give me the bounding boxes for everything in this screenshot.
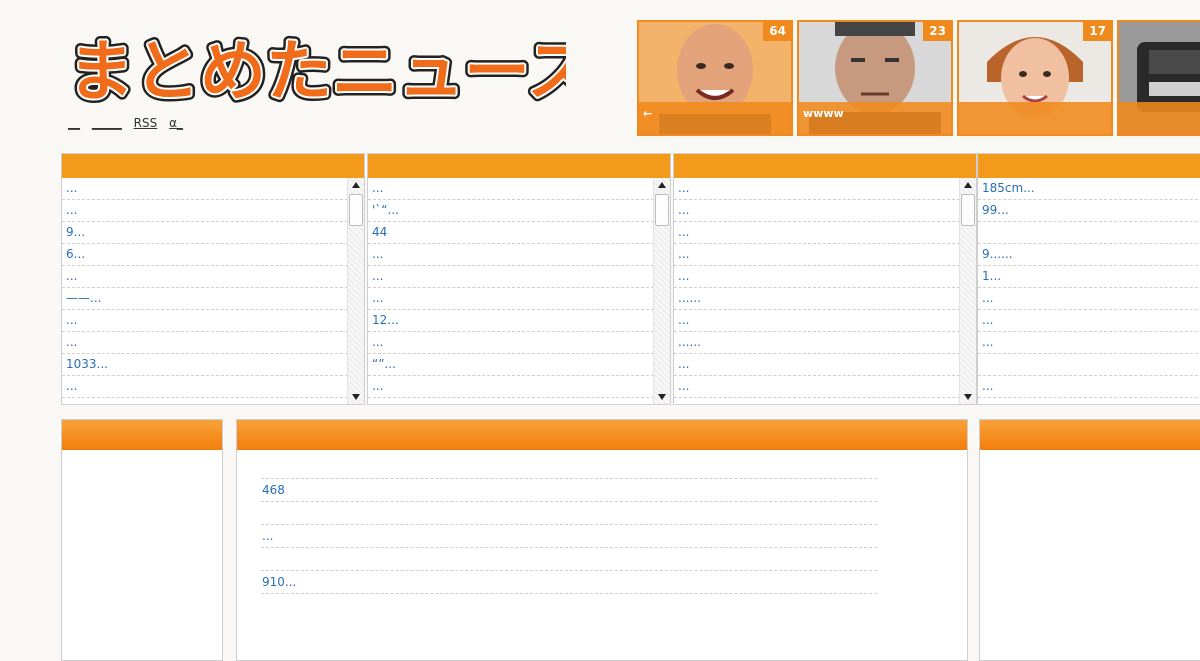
list-item[interactable]: ... (674, 244, 960, 266)
logo-fill: まとめたニュース (68, 33, 566, 106)
list-item[interactable]: ... (62, 310, 348, 332)
nav-link-1[interactable]: __ (68, 116, 80, 130)
list-item[interactable]: 44 (368, 222, 654, 244)
list-item[interactable]: 12... (368, 310, 654, 332)
scroll-thumb[interactable] (655, 194, 669, 226)
list-item[interactable] (261, 548, 877, 571)
scroll-up-icon[interactable] (658, 182, 666, 188)
list-item[interactable]: ... (978, 332, 1200, 354)
list-item[interactable]: 468 (261, 478, 877, 502)
list-item[interactable]: ...... (674, 332, 960, 354)
list-item[interactable]: 99... (978, 200, 1200, 222)
list-item[interactable]: 910... (261, 571, 877, 594)
list-item[interactable]: ... (978, 288, 1200, 310)
column-scrollbar[interactable] (959, 178, 976, 404)
list-item[interactable]: ——... (62, 288, 348, 310)
featured-thumb-4[interactable] (1117, 20, 1200, 136)
left-sidebar-box (61, 419, 223, 661)
list-item[interactable]: ... (674, 310, 960, 332)
scroll-up-icon[interactable] (352, 182, 360, 188)
list-item[interactable]: ... (62, 332, 348, 354)
list-item[interactable] (261, 502, 877, 525)
list-item[interactable]: ... (62, 376, 348, 398)
comment-count-badge: 23 (923, 22, 951, 41)
list-item[interactable]: ... (368, 288, 654, 310)
list-item[interactable]: ... (62, 266, 348, 288)
column-scrollbar[interactable] (347, 178, 364, 404)
list-item[interactable]: ... (62, 200, 348, 222)
featured-thumb-2[interactable]: wwww 23 (797, 20, 953, 136)
list-item[interactable]: 9... (62, 222, 348, 244)
list-item[interactable] (978, 354, 1200, 376)
thumb-caption: wwww (803, 107, 844, 120)
site-logo[interactable]: まとめたニュース まとめたニュース まとめたニュース (66, 22, 566, 107)
list-item[interactable]: 1033... (62, 354, 348, 376)
list-item[interactable]: 1... (978, 266, 1200, 288)
list-item[interactable]: ... (674, 266, 960, 288)
news-column-3: ... ... ... ... ... ...... ... ...... ..… (673, 153, 977, 405)
news-column-2: ... '`“... 44 ... ... ... 12... ... “”..… (367, 153, 671, 405)
list-item[interactable]: ... (978, 376, 1200, 398)
column-header (368, 154, 670, 178)
news-column-4: 185cm... 99... 9...... 1... ... ... ... … (977, 153, 1200, 405)
list-item[interactable]: 9...... (978, 244, 1200, 266)
column-list: 185cm... 99... 9...... 1... ... ... ... … (978, 178, 1200, 404)
list-item[interactable]: ... (368, 244, 654, 266)
list-item[interactable]: ... (368, 332, 654, 354)
main-news-box: 468 ... 910... (236, 419, 968, 661)
scroll-down-icon[interactable] (964, 394, 972, 400)
news-column-1: ... ... 9... 6... ... ——... ... ... 1033… (61, 153, 365, 405)
list-item[interactable]: ... (368, 376, 654, 398)
column-list: ... ... 9... 6... ... ——... ... ... 1033… (62, 178, 348, 404)
list-item[interactable]: ... (674, 376, 960, 398)
list-item[interactable]: ... (62, 178, 348, 200)
list-item[interactable]: ... (674, 354, 960, 376)
list-item[interactable]: ...... (674, 288, 960, 310)
column-header (62, 154, 364, 178)
box-header (237, 420, 967, 450)
right-sidebar-box (979, 419, 1200, 661)
list-item[interactable]: ... (674, 178, 960, 200)
column-scrollbar[interactable] (653, 178, 670, 404)
box-header (62, 420, 222, 450)
scroll-thumb[interactable] (349, 194, 363, 226)
column-list: ... '`“... 44 ... ... ... 12... ... “”..… (368, 178, 654, 404)
scroll-up-icon[interactable] (964, 182, 972, 188)
list-item[interactable]: ... (261, 525, 877, 548)
list-item[interactable]: ... (368, 178, 654, 200)
thumb-caption: ← (643, 107, 653, 120)
featured-thumbnails: ← 64 wwww 23 17 (637, 20, 1200, 136)
nav-link-rss[interactable]: RSS (134, 116, 158, 130)
featured-thumb-3[interactable]: 17 (957, 20, 1113, 136)
box-header (980, 420, 1200, 450)
column-header (674, 154, 976, 178)
nav-link-alpha[interactable]: α_ (169, 116, 183, 130)
featured-thumb-1[interactable]: ← 64 (637, 20, 793, 136)
list-item[interactable]: ... (674, 222, 960, 244)
header-nav: __ _____ RSS α_ (68, 116, 191, 130)
list-item[interactable]: ... (674, 200, 960, 222)
scroll-thumb[interactable] (961, 194, 975, 226)
list-item[interactable]: 6... (62, 244, 348, 266)
column-list: ... ... ... ... ... ...... ... ...... ..… (674, 178, 960, 404)
list-item[interactable] (978, 222, 1200, 244)
nav-link-2[interactable]: _____ (92, 116, 122, 130)
list-item[interactable]: '`“... (368, 200, 654, 222)
list-item[interactable]: “”... (368, 354, 654, 376)
scroll-down-icon[interactable] (352, 394, 360, 400)
comment-count-badge: 64 (763, 22, 791, 41)
main-news-list: 468 ... 910... (261, 478, 877, 594)
list-item[interactable]: ... (368, 266, 654, 288)
list-item[interactable]: ... (978, 310, 1200, 332)
scroll-down-icon[interactable] (658, 394, 666, 400)
list-item[interactable]: 185cm... (978, 178, 1200, 200)
comment-count-badge: 17 (1083, 22, 1111, 41)
column-header (978, 154, 1200, 178)
